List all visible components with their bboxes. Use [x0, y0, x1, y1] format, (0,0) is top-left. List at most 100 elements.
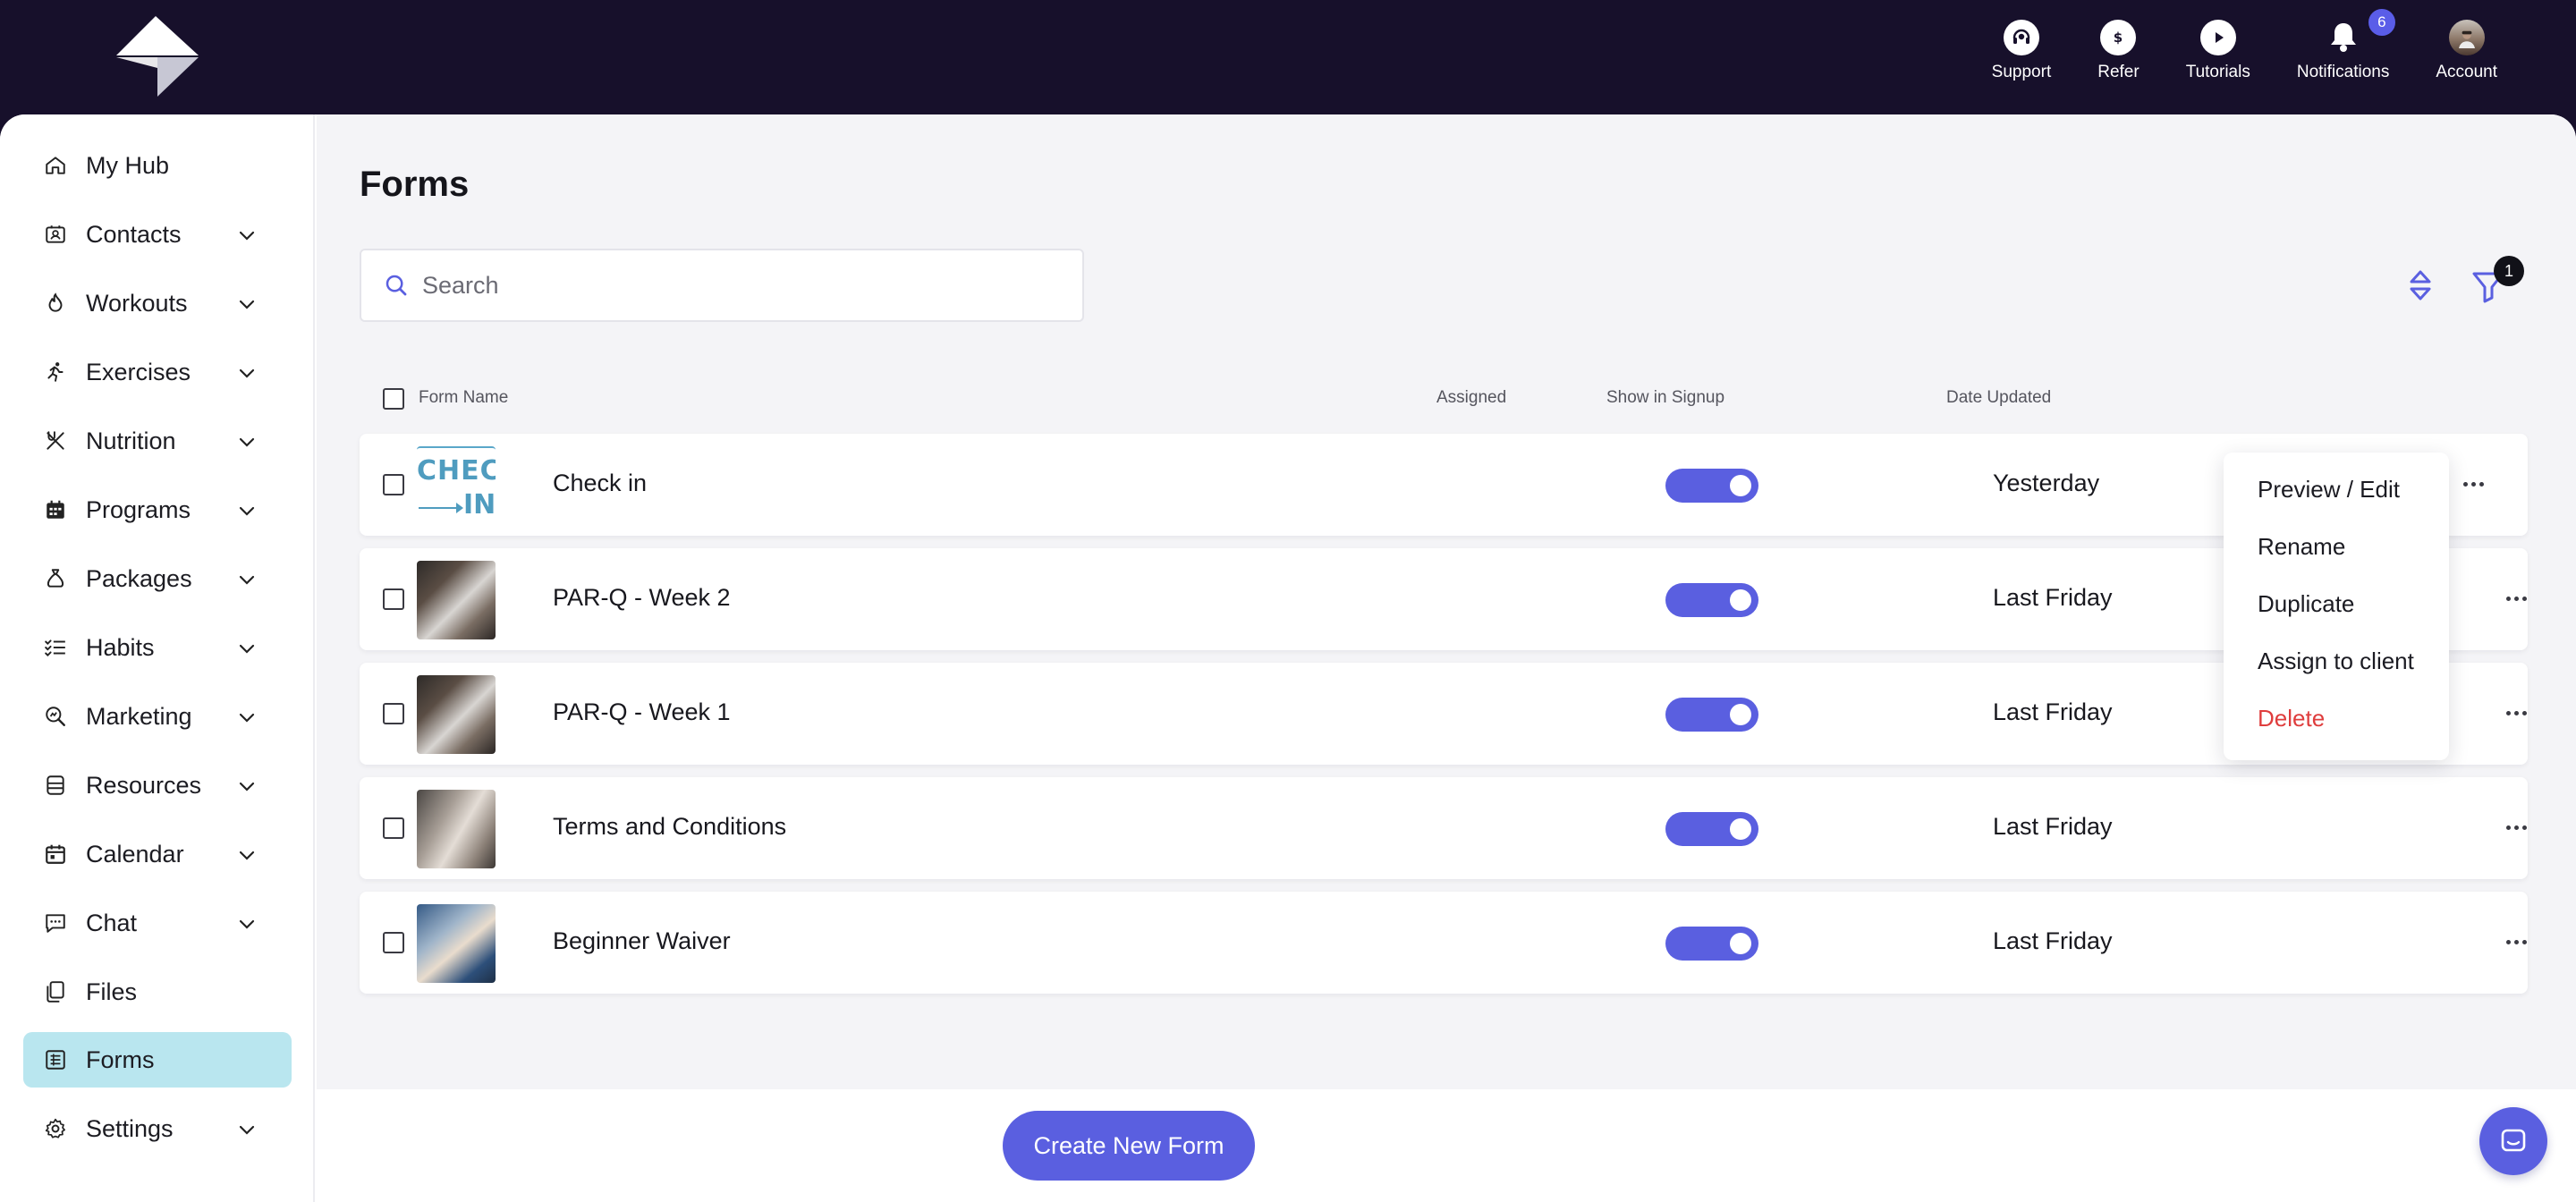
table-row[interactable]: Beginner Waiver Last Friday	[360, 892, 2528, 994]
show-in-signup-toggle[interactable]	[1665, 927, 1758, 961]
show-in-signup-toggle[interactable]	[1665, 469, 1758, 503]
table-row[interactable]: PAR-Q - Week 2 Last Friday	[360, 548, 2528, 650]
row-checkbox[interactable]	[383, 817, 404, 839]
more-options-icon[interactable]	[2506, 940, 2528, 945]
sidebar-item-nutrition[interactable]: Nutrition	[23, 413, 292, 469]
menu-item-preview-edit[interactable]: Preview / Edit	[2258, 476, 2400, 504]
sidebar-item-settings[interactable]: Settings	[23, 1101, 292, 1156]
sidebar-item-resources[interactable]: Resources	[23, 758, 292, 813]
sidebar-item-forms[interactable]: Forms	[23, 1032, 292, 1088]
page-title: Forms	[360, 165, 470, 204]
chevron-down-icon	[239, 919, 255, 929]
dollar-chat-icon: $	[2100, 20, 2137, 55]
row-checkbox[interactable]	[383, 932, 404, 953]
sidebar-item-label: Exercises	[86, 358, 191, 385]
date-updated: Last Friday	[1993, 698, 2113, 725]
chevron-down-icon	[239, 644, 255, 654]
bell-icon	[2326, 20, 2361, 55]
chevron-down-icon	[239, 506, 255, 516]
sidebar-item-label: Forms	[86, 1045, 155, 1073]
sidebar-item-chat[interactable]: Chat	[23, 895, 292, 951]
show-in-signup-toggle[interactable]	[1665, 812, 1758, 846]
menu-item-rename[interactable]: Rename	[2258, 533, 2345, 561]
form-name[interactable]: PAR-Q - Week 1	[553, 698, 731, 726]
sidebar-item-programs[interactable]: Programs	[23, 482, 292, 538]
form-thumbnail	[417, 790, 496, 868]
date-updated: Last Friday	[1993, 813, 2113, 840]
show-in-signup-toggle[interactable]	[1665, 583, 1758, 617]
chevron-down-icon	[239, 851, 255, 860]
search-box	[360, 249, 1084, 322]
search-icon	[386, 275, 407, 296]
form-thumbnail	[417, 904, 496, 983]
menu-item-duplicate[interactable]: Duplicate	[2258, 590, 2354, 618]
form-name[interactable]: Terms and Conditions	[553, 813, 786, 841]
sidebar-item-files[interactable]: Files	[23, 964, 292, 1020]
row-checkbox[interactable]	[383, 703, 404, 724]
form-name[interactable]: Beginner Waiver	[553, 927, 731, 955]
sidebar-item-label: Marketing	[86, 702, 192, 730]
select-all-checkbox[interactable]	[383, 388, 404, 410]
footer-bar	[317, 1089, 2576, 1202]
sidebar-item-label: Files	[86, 978, 138, 1005]
sidebar-item-workouts[interactable]: Workouts	[23, 275, 292, 331]
chevron-down-icon	[239, 713, 255, 723]
menu-item-delete[interactable]: Delete	[2258, 705, 2325, 732]
column-date-updated[interactable]: Date Updated	[1946, 388, 2051, 408]
create-new-form-button[interactable]: Create New Form	[1003, 1111, 1255, 1181]
brand-logo[interactable]	[113, 14, 202, 100]
chevron-down-icon	[239, 368, 255, 378]
row-checkbox[interactable]	[383, 474, 404, 495]
table-row[interactable]: PAR-Q - Week 1 Last Friday	[360, 663, 2528, 765]
form-name[interactable]: PAR-Q - Week 2	[553, 584, 731, 612]
sidebar-item-marketing[interactable]: Marketing	[23, 689, 292, 744]
sidebar-item-label: Programs	[86, 495, 191, 523]
sidebar-item-calendar[interactable]: Calendar	[23, 826, 292, 882]
search-input[interactable]	[422, 271, 1048, 300]
thumbnail-text: CHECK	[417, 455, 496, 487]
more-options-icon[interactable]	[2506, 825, 2528, 831]
chevron-down-icon	[239, 1125, 255, 1135]
sidebar-item-my-hub[interactable]: My Hub	[23, 138, 292, 193]
row-checkbox[interactable]	[383, 588, 404, 610]
avatar	[2448, 20, 2485, 55]
show-in-signup-toggle[interactable]	[1665, 698, 1758, 732]
notifications-label: Notifications	[2296, 63, 2390, 81]
sidebar-item-label: Resources	[86, 771, 202, 799]
habits-icon	[43, 635, 68, 660]
support-button[interactable]: Support	[1992, 20, 2051, 82]
sidebar-item-label: Chat	[86, 909, 138, 936]
more-options-icon[interactable]	[2506, 597, 2528, 602]
workouts-icon	[43, 291, 68, 316]
files-icon	[43, 979, 68, 1004]
form-name[interactable]: Check in	[553, 470, 647, 497]
account-button[interactable]: Account	[2436, 20, 2497, 82]
support-chat-button[interactable]	[2479, 1107, 2547, 1175]
table-row[interactable]: CHECK IN Check in Yesterday	[360, 434, 2528, 536]
column-show-in-signup[interactable]: Show in Signup	[1606, 388, 1724, 408]
more-options-icon[interactable]	[2506, 711, 2528, 716]
sidebar-item-contacts[interactable]: Contacts	[23, 207, 292, 262]
row-context-menu: Preview / Edit Rename Duplicate Assign t…	[2224, 453, 2449, 760]
chevron-down-icon	[239, 231, 255, 241]
tutorials-button[interactable]: Tutorials	[2186, 20, 2250, 82]
app-container: My Hub Contacts Workouts Exercises Nutri…	[0, 114, 2576, 1202]
column-assigned[interactable]: Assigned	[1436, 388, 1506, 408]
table-row[interactable]: Terms and Conditions Last Friday	[360, 777, 2528, 879]
notifications-button[interactable]: Notifications 6	[2296, 7, 2397, 82]
menu-item-assign-to-client[interactable]: Assign to client	[2258, 648, 2414, 675]
column-form-name[interactable]: Form Name	[419, 388, 508, 408]
sidebar-item-exercises[interactable]: Exercises	[23, 344, 292, 400]
tutorials-label: Tutorials	[2185, 63, 2250, 81]
more-options-icon[interactable]	[2463, 482, 2485, 487]
calendar-icon	[43, 842, 68, 867]
sidebar-item-habits[interactable]: Habits	[23, 620, 292, 675]
sidebar-item-label: Nutrition	[86, 427, 176, 454]
refer-button[interactable]: $ Refer	[2097, 20, 2140, 82]
contacts-icon	[43, 222, 68, 247]
sidebar-item-label: Workouts	[86, 289, 188, 317]
sort-icon[interactable]	[2404, 267, 2436, 304]
arrow-graphic	[419, 503, 463, 513]
chevron-down-icon	[239, 437, 255, 447]
sidebar-item-packages[interactable]: Packages	[23, 551, 292, 606]
